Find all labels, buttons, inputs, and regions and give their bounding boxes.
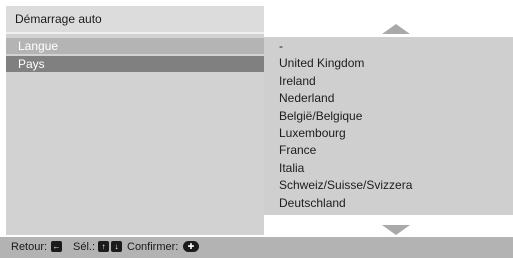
list-item-label: - [279, 39, 283, 53]
up-key-icon: ↑ [98, 241, 109, 252]
settings-menu: Langue Pays [6, 38, 264, 74]
return-key-icon: ← [51, 241, 62, 252]
sel-label: Sél.: [73, 241, 96, 253]
list-item[interactable]: Nederland [264, 89, 513, 106]
scroll-up-arrow-icon[interactable] [382, 24, 410, 34]
list-item-label: United Kingdom [279, 56, 365, 71]
enter-key-icon: ✚ [183, 241, 199, 252]
list-item-label: Ireland [279, 73, 316, 88]
list-item-label: België/Belgique [279, 108, 363, 123]
retour-label: Retour: [11, 241, 48, 253]
list-item[interactable]: Deutschland [264, 194, 513, 211]
list-item[interactable]: Ireland [264, 72, 513, 89]
list-item-label: Schweiz/Suisse/Svizzera [279, 178, 413, 193]
country-list: - United Kingdom Ireland Nederland Belgi… [264, 37, 513, 211]
scroll-down-arrow-icon[interactable] [382, 225, 410, 235]
list-item-label: Luxembourg [279, 125, 346, 140]
country-list-panel: - United Kingdom Ireland Nederland Belgi… [264, 37, 513, 215]
footer-help-bar: Retour: ← Sél.: ↑ ↓ Confirmer: ✚ [0, 237, 513, 258]
list-item[interactable]: Italia [264, 159, 513, 176]
list-item[interactable]: France [264, 141, 513, 158]
list-item[interactable]: Luxembourg [264, 124, 513, 141]
list-item[interactable]: - [264, 37, 513, 54]
confirmer-label: Confirmer: [127, 241, 179, 253]
list-item-label: France [279, 143, 317, 158]
panel-title: Démarrage auto [15, 12, 102, 26]
menu-item-langue[interactable]: Langue [6, 38, 264, 54]
title-bar: Démarrage auto [6, 6, 264, 34]
screen: Démarrage auto Langue Pays - United King… [0, 0, 513, 258]
list-item-label: Deutschland [279, 195, 346, 210]
list-item[interactable]: Schweiz/Suisse/Svizzera [264, 176, 513, 193]
menu-item-label: Langue [18, 39, 59, 53]
down-key-icon: ↓ [111, 241, 122, 252]
menu-item-label: Pays [18, 57, 45, 71]
menu-item-pays[interactable]: Pays [6, 56, 264, 72]
list-item[interactable]: United Kingdom [264, 54, 513, 71]
list-item[interactable]: België/Belgique [264, 107, 513, 124]
list-item-label: Nederland [279, 91, 335, 106]
settings-panel: Démarrage auto Langue Pays [6, 6, 264, 235]
list-item-label: Italia [279, 160, 305, 175]
